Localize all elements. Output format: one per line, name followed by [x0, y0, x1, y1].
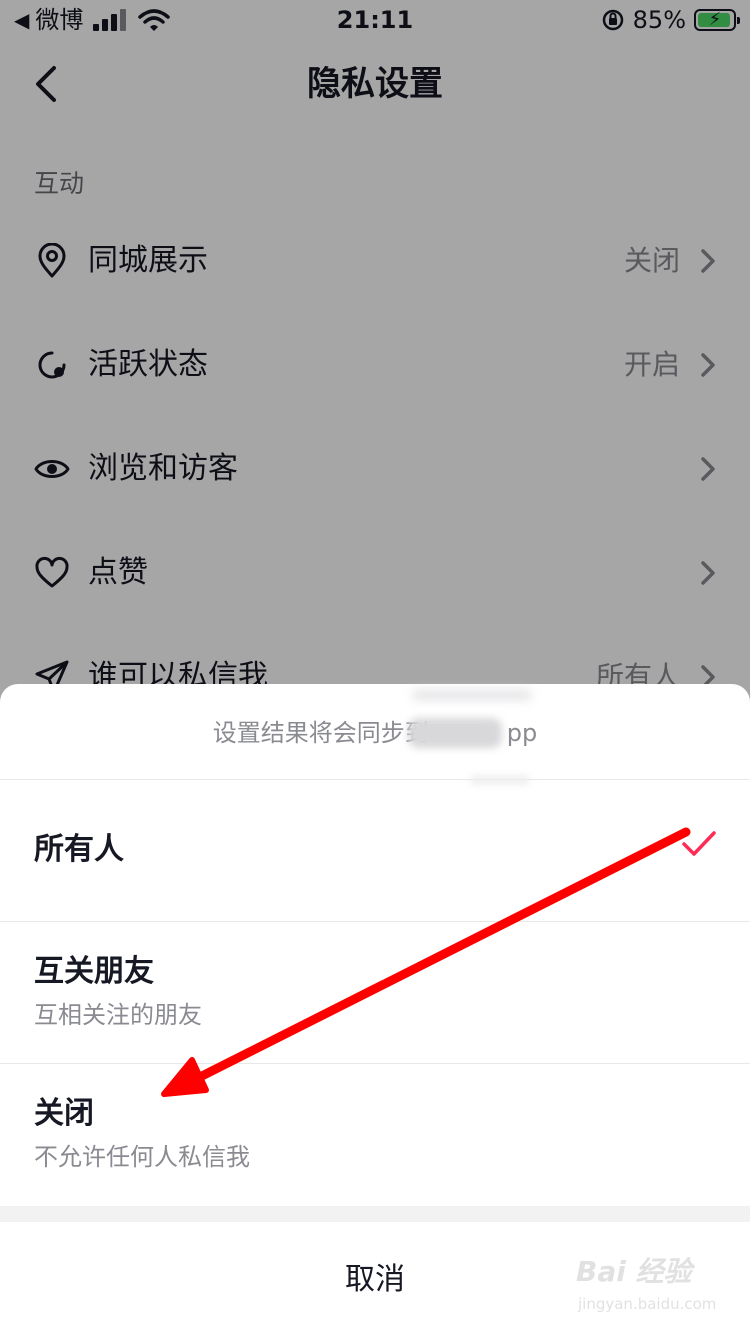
- option-everyone[interactable]: 所有人: [0, 780, 750, 922]
- sheet-header-suffix: pp: [506, 719, 538, 747]
- option-title: 互关朋友: [34, 954, 154, 989]
- checkmark-icon: [682, 831, 716, 856]
- option-mutual-friends[interactable]: 互关朋友 互相关注的朋友: [0, 922, 750, 1064]
- option-title: 所有人: [34, 832, 124, 867]
- redaction-blur: [412, 690, 532, 700]
- option-subtitle: 互相关注的朋友: [34, 1001, 202, 1029]
- baidu-jingyan-watermark: Bai 经验 jingyan.baidu.com: [576, 1252, 726, 1322]
- watermark-main: Bai 经验: [576, 1255, 692, 1288]
- watermark-sub: jingyan.baidu.com: [578, 1295, 717, 1313]
- option-subtitle: 不允许任何人私信我: [34, 1143, 250, 1171]
- sheet-header-text: 设置结果将会同步到 pp: [0, 714, 750, 752]
- option-off[interactable]: 关闭 不允许任何人私信我: [0, 1064, 750, 1206]
- sheet-divider-gap: [0, 1206, 750, 1222]
- redaction-blur: [408, 718, 502, 748]
- option-title: 关闭: [34, 1096, 94, 1131]
- sheet-header-prefix: 设置结果将会同步到: [212, 719, 429, 747]
- message-permission-sheet: 设置结果将会同步到 pp 所有人 互关朋友 互相关注的朋友 关闭 不允许任何人私信…: [0, 684, 750, 1334]
- sheet-header: 设置结果将会同步到 pp: [0, 684, 750, 784]
